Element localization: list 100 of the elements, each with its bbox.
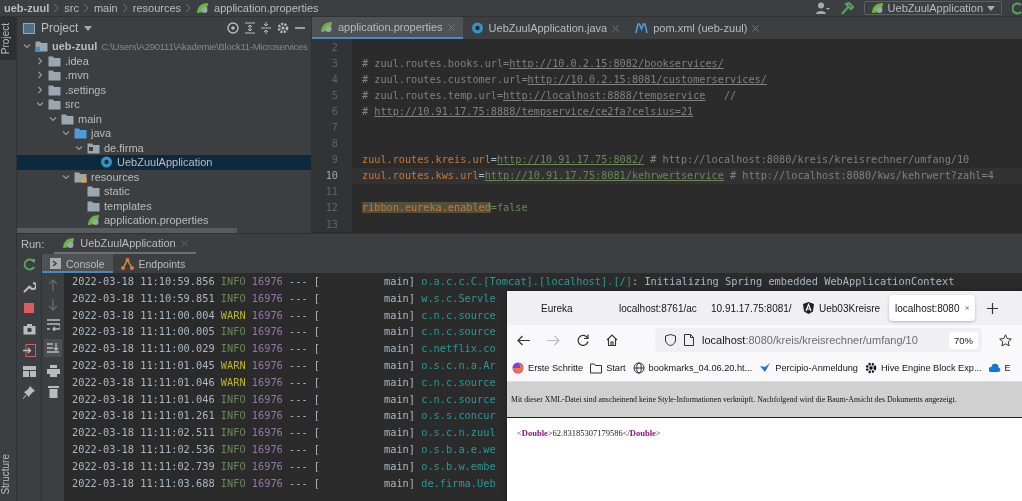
user-icon[interactable] [815,2,830,14]
browser-tab[interactable]: localhost:8080 [889,295,975,321]
tree-item[interactable]: application.properties [17,213,311,228]
breadcrumb-item[interactable]: application.properties [214,2,319,14]
tree-item[interactable]: main [17,111,311,126]
project-tool-tab[interactable]: Project [0,17,16,61]
folder-icon [74,170,87,183]
chevron-icon[interactable] [36,85,44,94]
soft-wrap-icon[interactable] [46,319,60,331]
breadcrumb-item[interactable]: ueb-zuul [4,2,50,14]
tree-item[interactable]: UebZuulApplication [17,155,311,170]
bookmark-item[interactable]: bookmarks_04.06.20.ht... [632,362,753,374]
tree-item[interactable]: resources [17,169,311,184]
browser-tab[interactable]: Ueb03Kreisre [797,295,887,321]
shield-icon[interactable] [665,334,676,346]
tree-item[interactable]: .settings [17,82,311,97]
chevron-icon[interactable] [75,143,83,152]
tree-item[interactable]: ueb-zuul C:\Users\A290111\Akademie\Block11-Microservices [17,39,311,54]
scrollbar[interactable] [17,228,237,233]
page-icon[interactable] [684,334,694,346]
bookmark-item[interactable]: Hive Engine Block Exp... [865,362,982,374]
chevron-icon[interactable] [36,56,44,65]
leaf-gear-icon [320,21,333,33]
stop-icon[interactable] [23,302,35,314]
browser-tab[interactable]: 10.91.17.75:8081/ [705,295,795,321]
editor-tab[interactable]: application.properties [312,17,463,39]
tree-item[interactable]: .idea [17,53,311,68]
console-subtab[interactable]: Console [42,254,113,273]
log-line: 2022-03-18 11:11:02.511 INFO 16976 --- [ main] o.s.c.n.zuul [72,425,496,441]
folder-icon [48,83,61,96]
pin-icon[interactable] [23,386,35,399]
settings-icon[interactable] [277,22,289,34]
crosshair-icon[interactable] [227,22,239,34]
folder-icon [48,98,61,111]
layout-icon[interactable] [22,366,36,377]
bookmark-item[interactable]: E [988,362,1011,374]
rerun-icon[interactable] [22,258,36,271]
log-line: 2022-03-18 11:11:01.046 INFO 16976 --- [ main] c.n.c.source [72,391,496,407]
arrow-down-icon[interactable] [48,299,58,311]
arrow-up-icon[interactable] [48,279,58,291]
bookmark-item[interactable]: Percipio-Anmeldung [759,362,858,374]
chevron-icon[interactable] [36,71,44,80]
caret-icon[interactable] [84,25,93,31]
star-icon[interactable] [999,333,1012,347]
close-icon[interactable] [612,24,620,32]
close-icon[interactable] [752,24,760,32]
back-arrow-icon[interactable] [517,334,530,346]
folder-icon [87,199,100,212]
project-view-dropdown[interactable]: Project [41,21,79,35]
address-bar[interactable]: localhost:8080/kreis/kreisrechner/umfang/10 70% [655,328,982,352]
breadcrumb-item[interactable]: resources [132,2,182,14]
reload-icon[interactable] [577,334,589,346]
code-line: # http://10.91.17.75:8888/tempservice/ce2fa?celsius=21 [362,105,694,117]
structure-tool-tab[interactable]: Structure [0,448,16,501]
printer-icon[interactable] [46,365,60,377]
console-subtab[interactable]: Endpoints [112,254,194,273]
tree-item[interactable]: src [17,97,311,112]
breadcrumb-item[interactable]: src [64,2,79,14]
chevron-icon[interactable] [62,129,70,138]
nodes-icon [120,257,134,270]
tree-item[interactable]: .mvn [17,68,311,83]
tree-item[interactable]: static [17,184,311,199]
close-icon[interactable] [180,239,188,247]
bookmark-item[interactable]: Erste Schritte [512,362,584,374]
exit-icon[interactable] [22,344,36,357]
run-configuration-dropdown[interactable]: UebZuulApplication [863,1,1002,15]
home-icon[interactable] [606,334,618,346]
breadcrumb-item[interactable]: main [93,2,118,14]
code-line: # zuul.routes.customer.url=http://10.0.2.15:8081/customerservices/ [362,73,767,85]
bookmark-item[interactable]: Start [590,362,626,374]
editor-tab[interactable]: pom.xml (ueb-zuul) [627,17,768,39]
browser-tab[interactable]: Eureka [515,295,611,321]
collapse-all-icon[interactable] [261,22,271,34]
close-icon[interactable] [964,304,969,312]
leaf-gear-icon [87,214,100,227]
chevron-icon[interactable] [62,172,70,181]
scroll-to-end-icon[interactable] [44,339,62,357]
plus-icon[interactable] [987,302,998,314]
trash-icon[interactable] [47,385,59,398]
editor-tab[interactable]: UebZuulApplication.java [462,17,628,39]
browser-tab[interactable]: localhost:8761/ac [613,295,703,321]
log-line: 2022-03-18 11:11:01.046 WARN 16976 --- [ main] c.n.c.source [72,374,496,390]
log-line: 2022-03-18 11:10:59.856 INFO 16976 --- [ main] o.a.c.c.C.[Tomcat].[localhost].[/]: Initializing Spring embedded WebApplicationContext [72,274,955,289]
leaf-gear-icon [62,237,76,249]
code-line: # zuul.routes.temp.url=http://localhost:8888/tempservice // [362,89,737,101]
camera-icon[interactable] [22,323,36,335]
zoom-level-button[interactable]: 70% [949,331,978,349]
expand-all-icon[interactable] [245,22,255,34]
rerun-icon[interactable] [1012,1,1022,15]
hammer-icon[interactable] [839,1,854,15]
tree-item[interactable]: templates [17,198,311,213]
chevron-icon[interactable] [23,42,31,51]
chevron-icon [54,3,60,13]
tree-item[interactable]: de.firma [17,140,311,155]
chevron-icon [122,3,128,13]
chevron-icon[interactable] [49,114,57,123]
shield-a-icon [803,302,814,314]
class-icon [100,156,113,169]
tree-item[interactable]: java [17,126,311,141]
chevron-icon[interactable] [36,100,44,109]
